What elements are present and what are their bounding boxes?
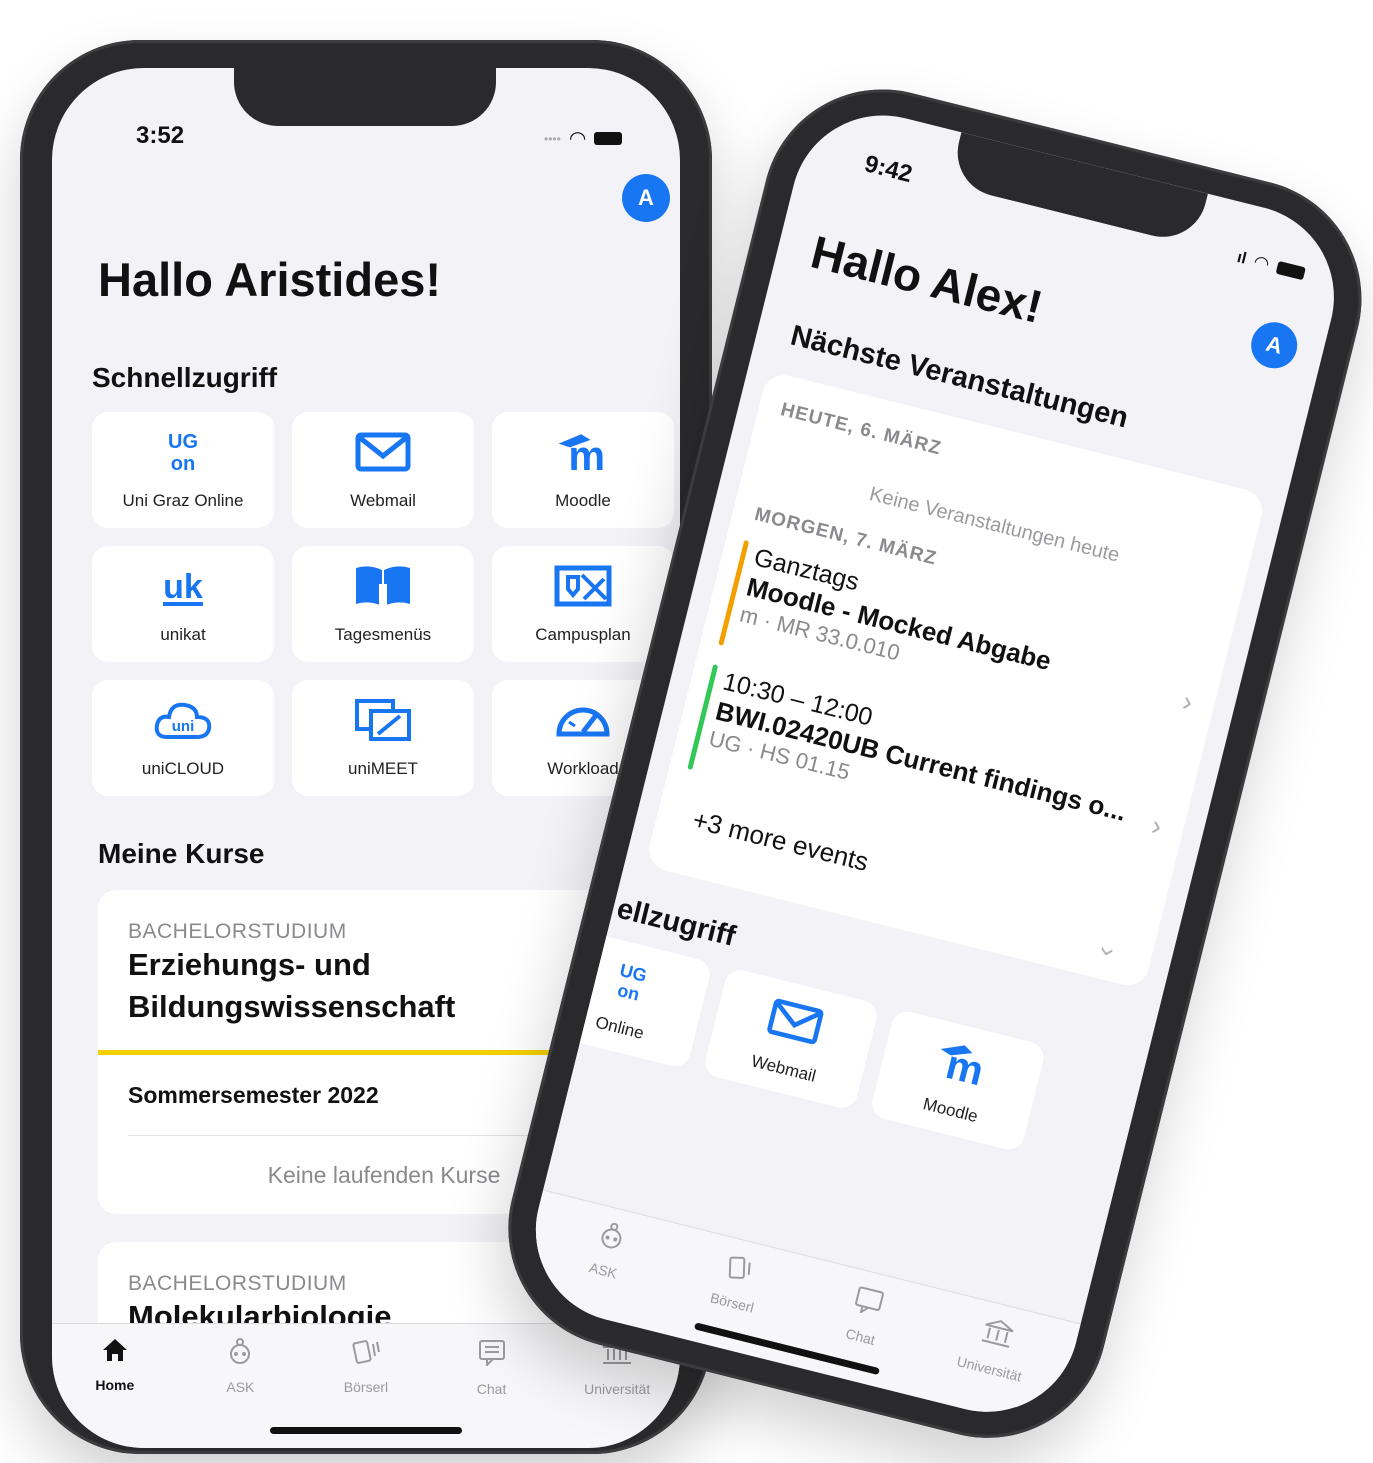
tab-label: Chat [476, 1381, 507, 1397]
quick-access-grid: UG on Uni Graz Online Webmail m Moodle uk [92, 412, 674, 796]
ugo-logo-icon: UG on [597, 951, 666, 1010]
today-header: HEUTE, 6. MÄRZ [778, 399, 944, 460]
signal-icon: ıl [1235, 248, 1249, 268]
tile-webmail[interactable]: Webmail [292, 412, 474, 528]
chat-icon [477, 1338, 507, 1371]
notch [948, 132, 1208, 247]
tile-label: Campusplan [535, 625, 631, 644]
svg-text:uk: uk [163, 568, 203, 606]
tile-label: Moodle [555, 491, 611, 510]
tab-label: ASK [587, 1259, 619, 1282]
envelope-icon [761, 992, 830, 1051]
tile-label: Moodle [921, 1094, 980, 1127]
tab-label: Universität [955, 1352, 1024, 1385]
envelope-icon [353, 429, 413, 475]
unikat-logo-icon: uk [153, 563, 213, 609]
quick-access-title: Schnellzugriff [92, 362, 278, 393]
status-time: 9:42 [861, 150, 915, 189]
tab-label: Börserl [708, 1289, 756, 1316]
events-card: HEUTE, 6. MÄRZ Keine Veranstaltungen heu… [644, 370, 1267, 990]
svg-text:on: on [615, 980, 641, 1005]
svg-text:uni: uni [172, 718, 195, 735]
tile-label: uniCLOUD [141, 759, 225, 778]
avatar[interactable]: A [1246, 317, 1303, 374]
tile-label: Webmail [350, 491, 416, 510]
tile-moodle[interactable]: m Moodle [868, 1008, 1047, 1153]
tile-uni-graz-online[interactable]: UG on Uni Graz Online [92, 412, 274, 528]
tab-ask[interactable]: ASK [538, 1210, 668, 1330]
course-kind: BACHELORSTUDIUM [128, 920, 347, 943]
tile-label: Online [593, 1012, 646, 1043]
university-icon [978, 1315, 1017, 1355]
moodle-icon: m [553, 429, 613, 475]
signal-icon: •••• [544, 131, 561, 146]
tab-label: Universität [584, 1381, 651, 1397]
status-icons: ıl ◠ [1235, 247, 1307, 284]
page-title: Hallo Aristides! [98, 253, 441, 306]
course-name-line2: Bildungswissenschaft [128, 989, 456, 1024]
page-title: Hallo Alex! [806, 225, 1048, 334]
battery-icon [1275, 260, 1306, 281]
gauge-icon [553, 697, 613, 743]
tab-home[interactable]: Home [60, 1338, 170, 1448]
cards-icon [722, 1251, 759, 1288]
robot-icon [594, 1220, 629, 1257]
tile-unimeet[interactable]: uniMEET [292, 680, 474, 796]
svg-text:m: m [568, 433, 605, 475]
meeting-icon [353, 697, 413, 743]
tile-campusplan[interactable]: Campusplan [492, 546, 674, 662]
menu-book-icon [353, 563, 413, 609]
status-time: 3:52 [136, 122, 185, 149]
home-icon [102, 1338, 128, 1367]
tile-label: Uni Graz Online [122, 491, 244, 510]
tab-label: ASK [226, 1379, 255, 1395]
cards-icon [351, 1338, 381, 1369]
tab-label: Chat [844, 1325, 877, 1348]
robot-icon [226, 1338, 254, 1369]
tab-chat[interactable]: Chat [796, 1274, 926, 1394]
course-name-line1: Erziehungs- und [128, 947, 371, 982]
avatar[interactable]: A [622, 174, 670, 222]
chat-icon [850, 1284, 887, 1323]
cloud-icon: uni [153, 697, 213, 743]
tile-label: uniMEET [348, 759, 418, 778]
ugo-logo-icon: UG on [153, 429, 213, 475]
tile-label: Tagesmenüs [334, 625, 432, 644]
tile-moodle[interactable]: m Moodle [492, 412, 674, 528]
tile-label: unikat [160, 625, 206, 644]
tab-label: Börserl [343, 1379, 389, 1395]
tile-unicloud[interactable]: uni uniCLOUD [92, 680, 274, 796]
tile-tagesmenues[interactable]: Tagesmenüs [292, 546, 474, 662]
home-indicator [270, 1427, 462, 1434]
tile-label: Webmail [749, 1051, 818, 1086]
wifi-icon: ◠ [568, 128, 587, 150]
semester-label: Sommersemester 2022 [128, 1082, 379, 1108]
map-icon [553, 563, 613, 609]
tab-label: Home [95, 1377, 135, 1393]
my-courses-title: Meine Kurse [98, 838, 265, 869]
wifi-icon: ◠ [1251, 251, 1272, 275]
tab-universitaet[interactable]: Universität [925, 1306, 1055, 1426]
battery-icon [594, 132, 623, 145]
more-events-button[interactable]: +3 more events [689, 804, 872, 878]
status-icons: •••• ◠ [544, 126, 623, 151]
svg-text:on: on [171, 453, 195, 475]
moodle-icon: m [737, 601, 762, 631]
notch [234, 68, 496, 126]
tile-unikat[interactable]: uk unikat [92, 546, 274, 662]
chevron-down-icon[interactable]: › [1091, 944, 1124, 961]
tile-label: Workload [547, 759, 619, 778]
svg-text:UG: UG [168, 431, 198, 453]
moodle-icon: m [928, 1034, 997, 1093]
quick-access-grid: UG on Online Webmail m Moodle [540, 926, 1047, 1153]
tile-webmail[interactable]: Webmail [702, 966, 880, 1112]
course-kind: BACHELORSTUDIUM [128, 1272, 347, 1295]
